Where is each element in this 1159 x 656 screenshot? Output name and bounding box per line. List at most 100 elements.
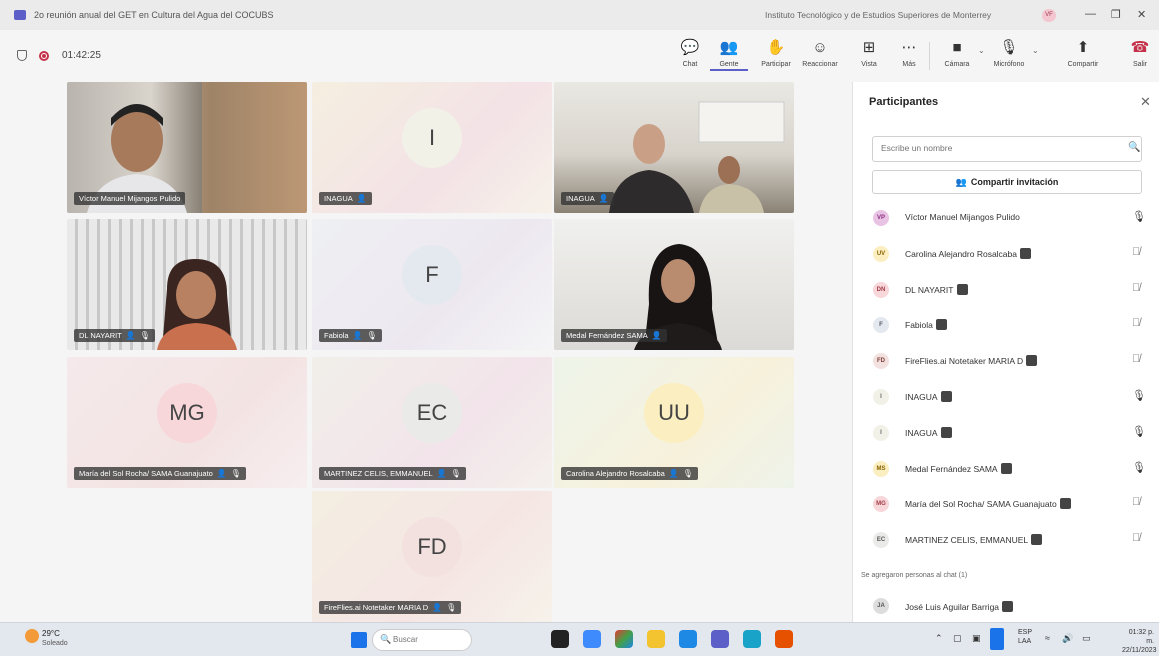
guest-icon: 👤 bbox=[216, 469, 227, 478]
camera-button[interactable]: ■ Cámara bbox=[938, 38, 976, 68]
people-icon: 👥 bbox=[719, 39, 739, 56]
tray-active-icon[interactable] bbox=[990, 628, 1004, 650]
mic-icon: 🎙 bbox=[682, 469, 693, 478]
participant-name-text: DL NAYARIT bbox=[905, 284, 954, 295]
participant-search-input[interactable] bbox=[881, 143, 1101, 153]
leave-button[interactable]: ☎ Salir bbox=[1123, 38, 1157, 68]
participant-initials: FD bbox=[402, 517, 462, 578]
video-tile[interactable]: INAGUA 👤 bbox=[554, 82, 794, 213]
share-invitation-button[interactable]: 👥 Compartir invitación bbox=[872, 170, 1142, 194]
chevron-up-icon[interactable]: ⌃ bbox=[935, 633, 943, 644]
view-button[interactable]: ⊞ Vista bbox=[850, 38, 888, 68]
edge-icon[interactable] bbox=[679, 630, 697, 648]
video-tile[interactable]: EC MARTINEZ CELIS, EMMANUEL 👤 🎙 bbox=[312, 357, 552, 488]
copilot-icon[interactable] bbox=[583, 630, 601, 648]
video-tile[interactable]: F Fabiola 👤 🎙 bbox=[312, 219, 552, 350]
keyboard-language[interactable]: ESP LAA bbox=[1018, 628, 1032, 646]
close-window-button[interactable]: ✕ bbox=[1137, 8, 1146, 21]
video-tile[interactable]: Medal Fernández SAMA 👤 bbox=[554, 219, 794, 350]
meeting-timer: 01:42:25 bbox=[62, 50, 101, 61]
more-button[interactable]: ⋯ Más bbox=[890, 38, 928, 68]
list-item[interactable]: F Fabiola 🎙̸ bbox=[853, 307, 1159, 343]
restore-button[interactable]: ❐ bbox=[1111, 8, 1121, 21]
participant-initials: I bbox=[402, 108, 462, 169]
clock-time: 01:32 p. m. bbox=[1128, 629, 1154, 645]
search-icon: 🔍 bbox=[380, 634, 392, 644]
mic-options-chevron-icon[interactable]: ⌄ bbox=[1032, 46, 1039, 55]
meeting-toolbar: 01:42:25 💬 Chat 👥 Gente ✋ Participar ☺ R… bbox=[0, 30, 1159, 82]
people-button[interactable]: 👥 Gente bbox=[710, 38, 748, 71]
participant-name-tag: INAGUA 👤 bbox=[319, 192, 372, 205]
tray-app-icon[interactable]: ▢ bbox=[953, 633, 962, 644]
wifi-icon[interactable]: ≈ bbox=[1045, 633, 1050, 643]
minimize-button[interactable]: — bbox=[1085, 8, 1096, 20]
chrome-icon[interactable] bbox=[615, 630, 633, 648]
list-item[interactable]: MS Medal Fernández SAMA 🎙 bbox=[853, 451, 1159, 487]
mic-icon: 🎙 bbox=[1132, 389, 1146, 402]
list-item[interactable]: FD FireFlies.ai Notetaker MARIA D 🎙̸ bbox=[853, 343, 1159, 379]
list-item[interactable]: DN DL NAYARIT 🎙̸ bbox=[853, 272, 1159, 308]
avatar: F bbox=[873, 317, 889, 334]
video-tile[interactable]: FD FireFlies.ai Notetaker MARIA D 👤 🎙 bbox=[312, 491, 552, 622]
org-name: Instituto Tecnológico y de Estudios Supe… bbox=[765, 10, 992, 20]
panel-title: Participantes bbox=[869, 96, 939, 108]
list-item[interactable]: I INAGUA 🎙 bbox=[853, 379, 1159, 415]
file-explorer-icon[interactable] bbox=[647, 630, 665, 648]
guest-badge-icon bbox=[1020, 247, 1031, 259]
smiley-icon: ☺ bbox=[812, 39, 828, 56]
share-button[interactable]: ⬆ Compartir bbox=[1064, 38, 1102, 68]
video-tile[interactable]: I INAGUA 👤 bbox=[312, 82, 552, 213]
store-icon[interactable] bbox=[743, 630, 761, 648]
chat-group-label[interactable]: Se agregaron personas al chat (1) bbox=[861, 572, 967, 579]
taskbar-clock[interactable]: 01:32 p. m. 22/11/2023 bbox=[1122, 628, 1157, 655]
guest-badge-icon bbox=[940, 390, 952, 402]
office-icon[interactable] bbox=[775, 630, 793, 648]
task-view-icon[interactable] bbox=[551, 630, 569, 648]
chat-button[interactable]: 💬 Chat bbox=[671, 38, 709, 68]
list-item[interactable]: I INAGUA 🎙 bbox=[853, 415, 1159, 451]
avatar: UV bbox=[873, 245, 889, 262]
participant-name-text: José Luis Aguilar Barriga bbox=[905, 602, 1000, 612]
avatar: JA bbox=[873, 598, 889, 614]
volume-icon[interactable]: 🔊 bbox=[1062, 633, 1073, 644]
guest-badge-icon bbox=[1031, 534, 1043, 546]
participant-name-text: Víctor Manuel Mijangos Pulido bbox=[905, 212, 1020, 222]
list-item[interactable]: VP Víctor Manuel Mijangos Pulido 🎙 bbox=[853, 200, 1159, 236]
close-icon[interactable]: ✕ bbox=[1140, 94, 1151, 110]
participant-search[interactable]: 🔍 bbox=[872, 136, 1142, 162]
avatar: I bbox=[873, 388, 889, 405]
list-item[interactable]: UV Carolina Alejandro Rosalcaba 🎙̸ bbox=[853, 236, 1159, 272]
video-tile[interactable]: MG María del Sol Rocha/ SAMA Guanajuato 👤… bbox=[67, 357, 307, 488]
guest-badge-icon bbox=[940, 426, 952, 438]
react-button[interactable]: ☺ Reaccionar bbox=[801, 38, 839, 68]
participant-name: FireFlies.ai Notetaker MARIA D bbox=[324, 603, 429, 612]
list-item[interactable]: JA José Luis Aguilar Barriga bbox=[853, 591, 1159, 621]
video-tile[interactable]: Víctor Manuel Mijangos Pulido bbox=[67, 82, 307, 213]
avatar: EC bbox=[873, 532, 889, 549]
user-avatar[interactable]: VF bbox=[1042, 9, 1056, 22]
tray-app-icon[interactable]: ▣ bbox=[972, 633, 981, 644]
participant-name: Medal Fernández SAMA bbox=[905, 462, 1012, 474]
guest-icon: 👤 bbox=[356, 194, 367, 203]
video-tile[interactable]: UU Carolina Alejandro Rosalcaba 👤 🎙 bbox=[554, 357, 794, 488]
sun-weather-icon[interactable] bbox=[25, 629, 39, 643]
raise-hand-button[interactable]: ✋ Participar bbox=[757, 38, 795, 68]
toolbar-divider bbox=[929, 42, 930, 70]
participant-list: VP Víctor Manuel Mijangos Pulido 🎙 UV Caroli… bbox=[853, 200, 1159, 558]
list-item[interactable]: MG María del Sol Rocha/ SAMA Guanajuato 🎙̸ bbox=[853, 486, 1159, 522]
taskbar-search[interactable]: 🔍 bbox=[372, 629, 472, 651]
raise-label: Participar bbox=[761, 61, 791, 68]
participant-name: Víctor Manuel Mijangos Pulido bbox=[79, 194, 181, 203]
camera-options-chevron-icon[interactable]: ⌄ bbox=[978, 46, 985, 55]
participant-name: FireFlies.ai Notetaker MARIA D bbox=[905, 355, 1038, 367]
windows-start-icon[interactable] bbox=[351, 632, 367, 648]
video-tile[interactable]: DL NAYARIT 👤 🎙 bbox=[67, 219, 307, 350]
mic-muted-icon: 🎙̸ bbox=[1132, 317, 1141, 330]
guest-badge-icon bbox=[1026, 355, 1038, 367]
window-titlebar: 2o reunión anual del GET en Cultura del … bbox=[0, 0, 1159, 30]
battery-icon[interactable]: ▭ bbox=[1082, 633, 1091, 644]
teams-icon[interactable] bbox=[711, 630, 729, 648]
mic-button[interactable]: 🎙 Micrófono bbox=[990, 38, 1028, 68]
list-item[interactable]: EC MARTINEZ CELIS, EMMANUEL 🎙̸ bbox=[853, 522, 1159, 558]
taskbar-search-input[interactable] bbox=[393, 635, 463, 644]
